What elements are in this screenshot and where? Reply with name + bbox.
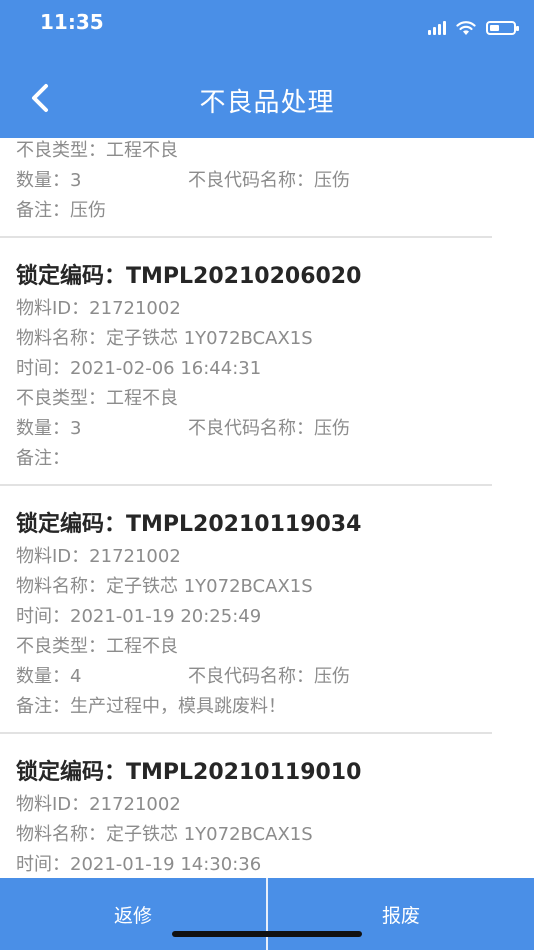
record-card[interactable]: 锁定编码：TMPL20210119010 物料ID：21721002 物料名称：… — [0, 734, 492, 878]
repair-button[interactable]: 返修 — [0, 878, 266, 950]
defect-type: 不良类型：工程不良 — [16, 388, 178, 409]
material-name: 物料名称：定子铁芯 1Y072BCAX1S — [16, 824, 313, 845]
quantity: 数量：3 — [16, 418, 82, 439]
remark: 备注： — [16, 448, 70, 469]
time: 时间：2021-02-06 16:44:31 — [16, 358, 262, 379]
material-id: 物料ID：21721002 — [16, 794, 181, 815]
record-card[interactable]: 不良类型：工程不良 数量：3 不良代码名称：压伤 备注：压伤 — [0, 130, 492, 238]
material-id: 物料ID：21721002 — [16, 546, 181, 567]
material-name: 物料名称：定子铁芯 1Y072BCAX1S — [16, 576, 313, 597]
time: 时间：2021-01-19 14:30:36 — [16, 854, 262, 875]
page-title: 不良品处理 — [199, 88, 335, 118]
quantity: 数量：3 — [16, 170, 82, 191]
status-icons — [428, 20, 519, 36]
nav-header: 11:35 不良品处理 — [0, 0, 534, 138]
battery-icon — [486, 21, 519, 35]
lock-code: 锁定编码：TMPL20210119034 — [16, 512, 362, 537]
scrap-button[interactable]: 报废 — [268, 878, 534, 950]
status-time: 11:35 — [40, 10, 104, 34]
home-indicator[interactable] — [172, 931, 362, 937]
bottom-action-bar: 返修 报废 — [0, 878, 534, 950]
material-id: 物料ID：21721002 — [16, 298, 181, 319]
defect-code-name: 不良代码名称：压伤 — [188, 418, 350, 439]
defect-code-name: 不良代码名称：压伤 — [188, 170, 350, 191]
defect-code-name: 不良代码名称：压伤 — [188, 666, 350, 687]
lock-code: 锁定编码：TMPL20210119010 — [16, 760, 362, 785]
defect-type: 不良类型：工程不良 — [16, 140, 178, 161]
lock-code: 锁定编码：TMPL20210206020 — [16, 264, 362, 289]
time: 时间：2021-01-19 20:25:49 — [16, 606, 262, 627]
material-name: 物料名称：定子铁芯 1Y072BCAX1S — [16, 328, 313, 349]
record-list[interactable]: 不良类型：工程不良 数量：3 不良代码名称：压伤 备注：压伤 锁定编码：TMPL… — [0, 130, 492, 878]
wifi-icon — [456, 21, 476, 35]
defect-type: 不良类型：工程不良 — [16, 636, 178, 657]
signal-icon — [428, 21, 446, 35]
record-card[interactable]: 锁定编码：TMPL20210119034 物料ID：21721002 物料名称：… — [0, 486, 492, 734]
remark: 备注：压伤 — [16, 200, 106, 221]
remark: 备注：生产过程中，模具跳废料！ — [16, 696, 286, 717]
record-card[interactable]: 锁定编码：TMPL20210206020 物料ID：21721002 物料名称：… — [0, 238, 492, 486]
quantity: 数量：4 — [16, 666, 82, 687]
